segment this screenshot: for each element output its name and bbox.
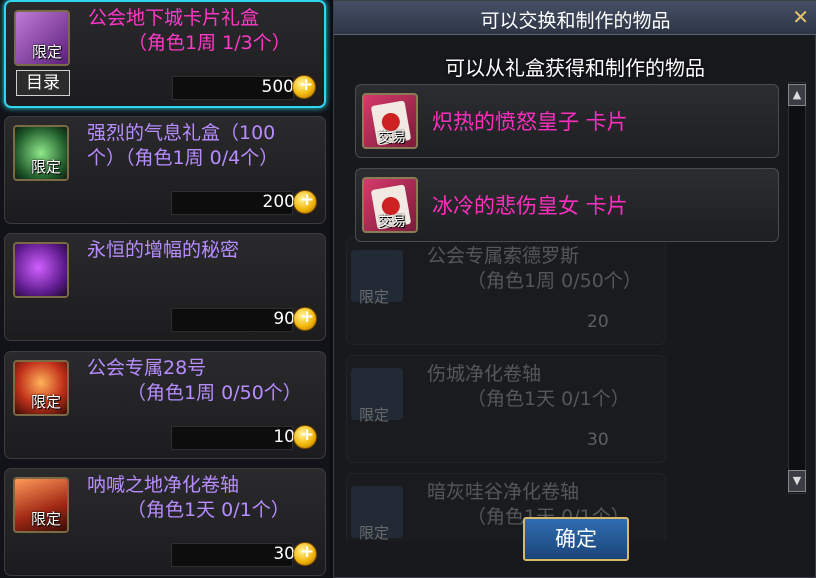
scroll-up-button[interactable]: ▲ xyxy=(788,84,806,106)
limited-tag: 限定 xyxy=(359,524,390,541)
item-name: 强烈的气息礼盒（100 个）（角色1周 0/4个） xyxy=(87,122,279,169)
gold-coin-icon xyxy=(293,425,317,449)
shop-item-shout-land-scroll[interactable]: 限定 呐喊之地净化卷轴 （角色1天 0/1个） 30 xyxy=(4,468,326,576)
dialog-header: 可以交换和制作的物品 ✕ xyxy=(334,1,816,35)
background-item: 限定 公会专属索德罗斯 （角色1周 0/50个） 20 xyxy=(346,237,666,345)
limited-tag: 限定 xyxy=(31,158,62,176)
confirm-button[interactable]: 确定 xyxy=(523,517,629,561)
shop-item-strong-aura-box[interactable]: 限定 强烈的气息礼盒（100 个）（角色1周 0/4个） 200 xyxy=(4,116,326,224)
close-icon[interactable]: ✕ xyxy=(792,5,809,29)
item-price: 30 xyxy=(587,430,609,450)
card-name: 炽热的愤怒皇子 卡片 xyxy=(432,110,628,134)
card-name: 冰冷的悲伤皇女 卡片 xyxy=(432,194,628,218)
trade-tag: 交易 xyxy=(378,214,406,230)
limited-tag: 限定 xyxy=(359,288,390,306)
scroll-down-button[interactable]: ▼ xyxy=(788,470,806,492)
item-price: 10 xyxy=(273,427,295,447)
card-icon: 交易 xyxy=(362,177,418,233)
gold-coin-icon xyxy=(292,75,316,99)
item-name: 永恒的增幅的秘密 xyxy=(87,239,240,261)
fire-orb-icon: 限定 xyxy=(13,360,69,416)
card-icon: 交易 xyxy=(362,93,418,149)
shop-item-guild-dungeon-card-box[interactable]: 限定 目录 公会地下城卡片礼盒 （角色1周 1/3个） 500 xyxy=(4,0,326,108)
item-price: 90 xyxy=(273,309,295,329)
item-name: 公会专属28号 （角色1周 0/50个） xyxy=(87,357,302,404)
item-price: 500 xyxy=(261,77,294,97)
limited-tag: 限定 xyxy=(31,393,62,411)
gold-coin-icon xyxy=(293,190,317,214)
limited-tag: 限定 xyxy=(32,43,63,61)
gold-coin-icon xyxy=(293,542,317,566)
gold-coin-icon xyxy=(293,307,317,331)
amplify-helmet-icon xyxy=(13,242,69,298)
item-name: 公会地下城卡片礼盒 （角色1周 1/3个） xyxy=(88,7,291,54)
catalog-button[interactable]: 目录 xyxy=(16,70,70,96)
item-name: 伤城净化卷轴 （角色1天 0/1个） xyxy=(427,363,630,410)
item-name: 公会专属索德罗斯 （角色1周 0/50个） xyxy=(427,245,642,292)
card-row-frozen-princess[interactable]: 交易 冰冷的悲伤皇女 卡片 xyxy=(355,168,779,242)
shop-item-eternal-amplify-secret[interactable]: 永恒的增幅的秘密 90 xyxy=(4,233,326,341)
card-row-burning-prince[interactable]: 交易 炽热的愤怒皇子 卡片 xyxy=(355,84,779,158)
background-item: 限定 伤城净化卷轴 （角色1天 0/1个） 30 xyxy=(346,355,666,463)
limited-tag: 限定 xyxy=(31,510,62,528)
item-price: 30 xyxy=(273,544,295,564)
limited-tag: 限定 xyxy=(359,406,390,424)
scrollbar[interactable] xyxy=(788,82,806,494)
item-price: 20 xyxy=(587,312,609,332)
panel-subtitle: 可以从礼盒获得和制作的物品 xyxy=(445,56,705,80)
item-price: 200 xyxy=(262,192,295,212)
shop-item-guild-28[interactable]: 限定 公会专属28号 （角色1周 0/50个） 10 xyxy=(4,351,326,459)
dialog-title: 可以交换和制作的物品 xyxy=(480,10,671,32)
shop-list: 限定 目录 公会地下城卡片礼盒 （角色1周 1/3个） 500 限定 强烈的气息… xyxy=(0,0,330,578)
gift-box-icon: 限定 xyxy=(14,10,70,66)
item-name: 呐喊之地净化卷轴 （角色1天 0/1个） xyxy=(87,474,290,521)
trade-tag: 交易 xyxy=(378,130,406,146)
scroll-icon: 限定 xyxy=(13,477,69,533)
card-result-panel: 可以从礼盒获得和制作的物品 交易 炽热的愤怒皇子 卡片 交易 冰冷的悲伤皇女 卡… xyxy=(345,40,805,242)
aura-box-icon: 限定 xyxy=(13,125,69,181)
